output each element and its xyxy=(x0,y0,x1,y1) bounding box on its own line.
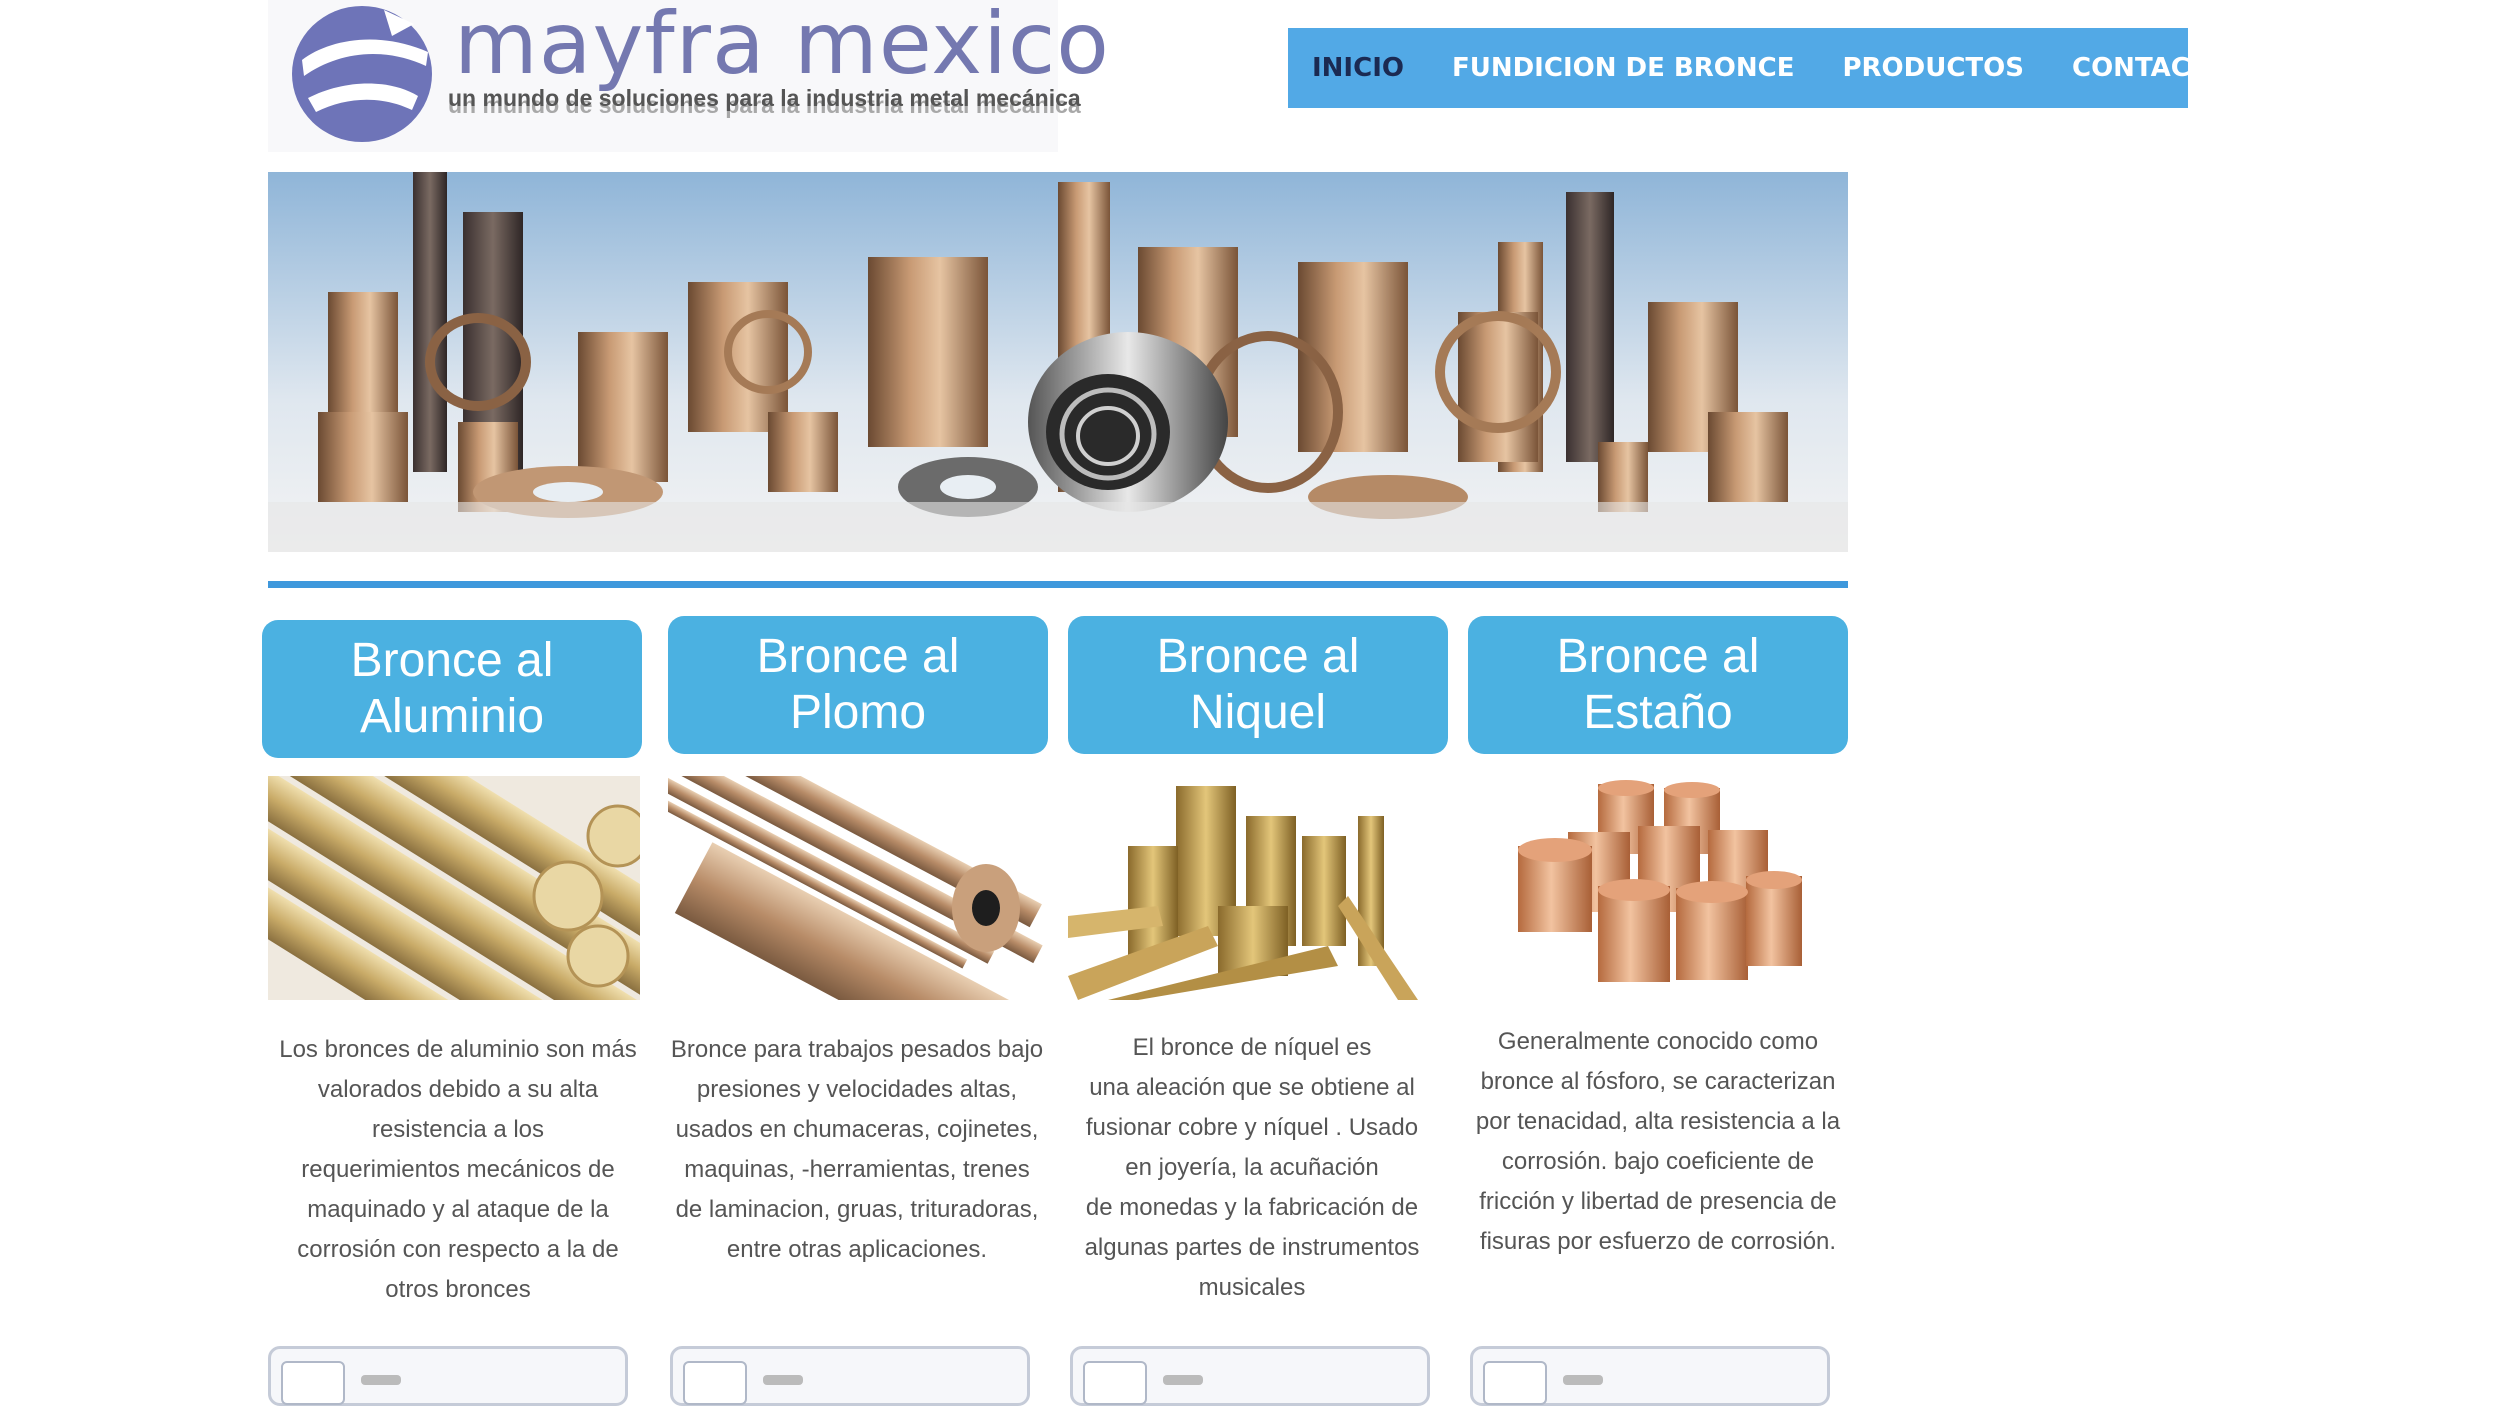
document-icon xyxy=(1083,1361,1147,1405)
desc-line: corrosión. bajo coeficiente de xyxy=(1501,1148,1815,1175)
desc-line: de monedas y la fabricación de xyxy=(1085,1194,1419,1221)
nav-item-contacto[interactable]: CONTACTO xyxy=(2072,53,2230,83)
document-icon xyxy=(281,1361,345,1405)
document-icon xyxy=(683,1361,747,1405)
niquel-description: El bronce de níquel es una aleación que … xyxy=(1064,1028,1440,1308)
plomo-bronze-tubes-image xyxy=(668,776,1048,1000)
button-title-line2: Estaño xyxy=(1583,686,1733,739)
desc-line: por tenacidad, alta resistencia a la xyxy=(1475,1108,1841,1135)
site-logo[interactable]: mayfra mexico un mundo de soluciones par… xyxy=(268,0,1109,152)
desc-line: fusionar cobre y níquel . Usado xyxy=(1085,1114,1419,1141)
main-nav: INICIO FUNDICION DE BRONCE PRODUCTOS CON… xyxy=(1288,28,2230,108)
bronce-al-estano-button[interactable]: Bronce al Estaño xyxy=(1468,616,1848,754)
desc-line: entre otras aplicaciones. xyxy=(726,1236,988,1263)
aluminio-description: Los bronces de aluminio son más valorado… xyxy=(268,1030,648,1310)
document-icon xyxy=(1483,1361,1547,1405)
logo-name: mayfra mexico xyxy=(454,0,1110,94)
globe-logo-icon xyxy=(292,6,432,142)
section-divider xyxy=(268,581,1848,588)
desc-line: fisuras por esfuerzo de corrosión. xyxy=(1479,1228,1837,1255)
desc-line: resistencia a los xyxy=(371,1116,545,1143)
bronce-al-niquel-button[interactable]: Bronce al Niquel xyxy=(1068,616,1448,754)
desc-line: una aleación que se obtiene al xyxy=(1089,1074,1415,1101)
desc-line: Bronce para trabajos pesados bajo xyxy=(670,1036,1044,1063)
desc-line: Los bronces de aluminio son más xyxy=(279,1036,637,1063)
desc-line: otros bronces xyxy=(385,1276,531,1303)
button-title-line2: Plomo xyxy=(789,686,927,739)
button-title-line1: Bronce al xyxy=(756,630,960,683)
nav-item-inicio[interactable]: INICIO xyxy=(1312,53,1404,83)
bronce-al-plomo-button[interactable]: Bronce al Plomo xyxy=(668,616,1048,754)
download-label-placeholder xyxy=(763,1375,803,1385)
desc-line: en joyería, la acuñación xyxy=(1125,1154,1379,1181)
desc-line: valorados debido a su alta xyxy=(317,1076,599,1103)
desc-line: maquinado y al ataque de la xyxy=(307,1196,609,1223)
button-title-line2: Aluminio xyxy=(359,690,545,743)
plomo-description: Bronce para trabajos pesados bajo presio… xyxy=(662,1030,1052,1270)
button-title-line2: Niquel xyxy=(1189,686,1327,739)
estano-description: Generalmente conocido como bronce al fós… xyxy=(1466,1022,1850,1262)
button-title-line1: Bronce al xyxy=(1556,630,1760,683)
niquel-bronze-bars-image xyxy=(1068,776,1428,1000)
button-title-line1: Bronce al xyxy=(1156,630,1360,683)
desc-line: usados en chumaceras, cojinetes, xyxy=(675,1116,1039,1143)
estano-bronze-bushings-image xyxy=(1468,776,1848,1000)
download-label-placeholder xyxy=(1563,1375,1603,1385)
aluminio-download-box[interactable] xyxy=(268,1346,628,1406)
hero-banner-image xyxy=(268,172,1848,552)
desc-line: fricción y libertad de presencia de xyxy=(1479,1188,1837,1215)
desc-line: bronce al fósforo, se caracterizan xyxy=(1480,1068,1836,1095)
download-label-placeholder xyxy=(1163,1375,1203,1385)
download-label-placeholder xyxy=(361,1375,401,1385)
estano-download-box[interactable] xyxy=(1470,1346,1830,1406)
bronce-al-aluminio-button[interactable]: Bronce al Aluminio xyxy=(262,620,642,758)
nav-item-productos[interactable]: PRODUCTOS xyxy=(1842,53,2024,83)
aluminio-bronze-rods-image xyxy=(268,776,640,1000)
desc-line: de laminacion, gruas, trituradoras, xyxy=(675,1196,1039,1223)
desc-line: Generalmente conocido como xyxy=(1497,1028,1819,1055)
logo-tagline: un mundo de soluciones para la industria… xyxy=(448,85,1081,111)
niquel-download-box[interactable] xyxy=(1070,1346,1430,1406)
desc-line: musicales xyxy=(1198,1274,1306,1301)
desc-line: maquinas, -herramientas, trenes xyxy=(684,1156,1030,1183)
desc-line: requerimientos mecánicos de xyxy=(301,1156,615,1183)
plomo-download-box[interactable] xyxy=(670,1346,1030,1406)
desc-line: presiones y velocidades altas, xyxy=(696,1076,1018,1103)
desc-line: corrosión con respecto a la de xyxy=(297,1236,619,1263)
button-title-line1: Bronce al xyxy=(350,634,554,687)
desc-line: El bronce de níquel es xyxy=(1132,1034,1372,1061)
desc-line: algunas partes de instrumentos xyxy=(1084,1234,1420,1261)
nav-item-fundicion-de-bronce[interactable]: FUNDICION DE BRONCE xyxy=(1452,53,1795,83)
